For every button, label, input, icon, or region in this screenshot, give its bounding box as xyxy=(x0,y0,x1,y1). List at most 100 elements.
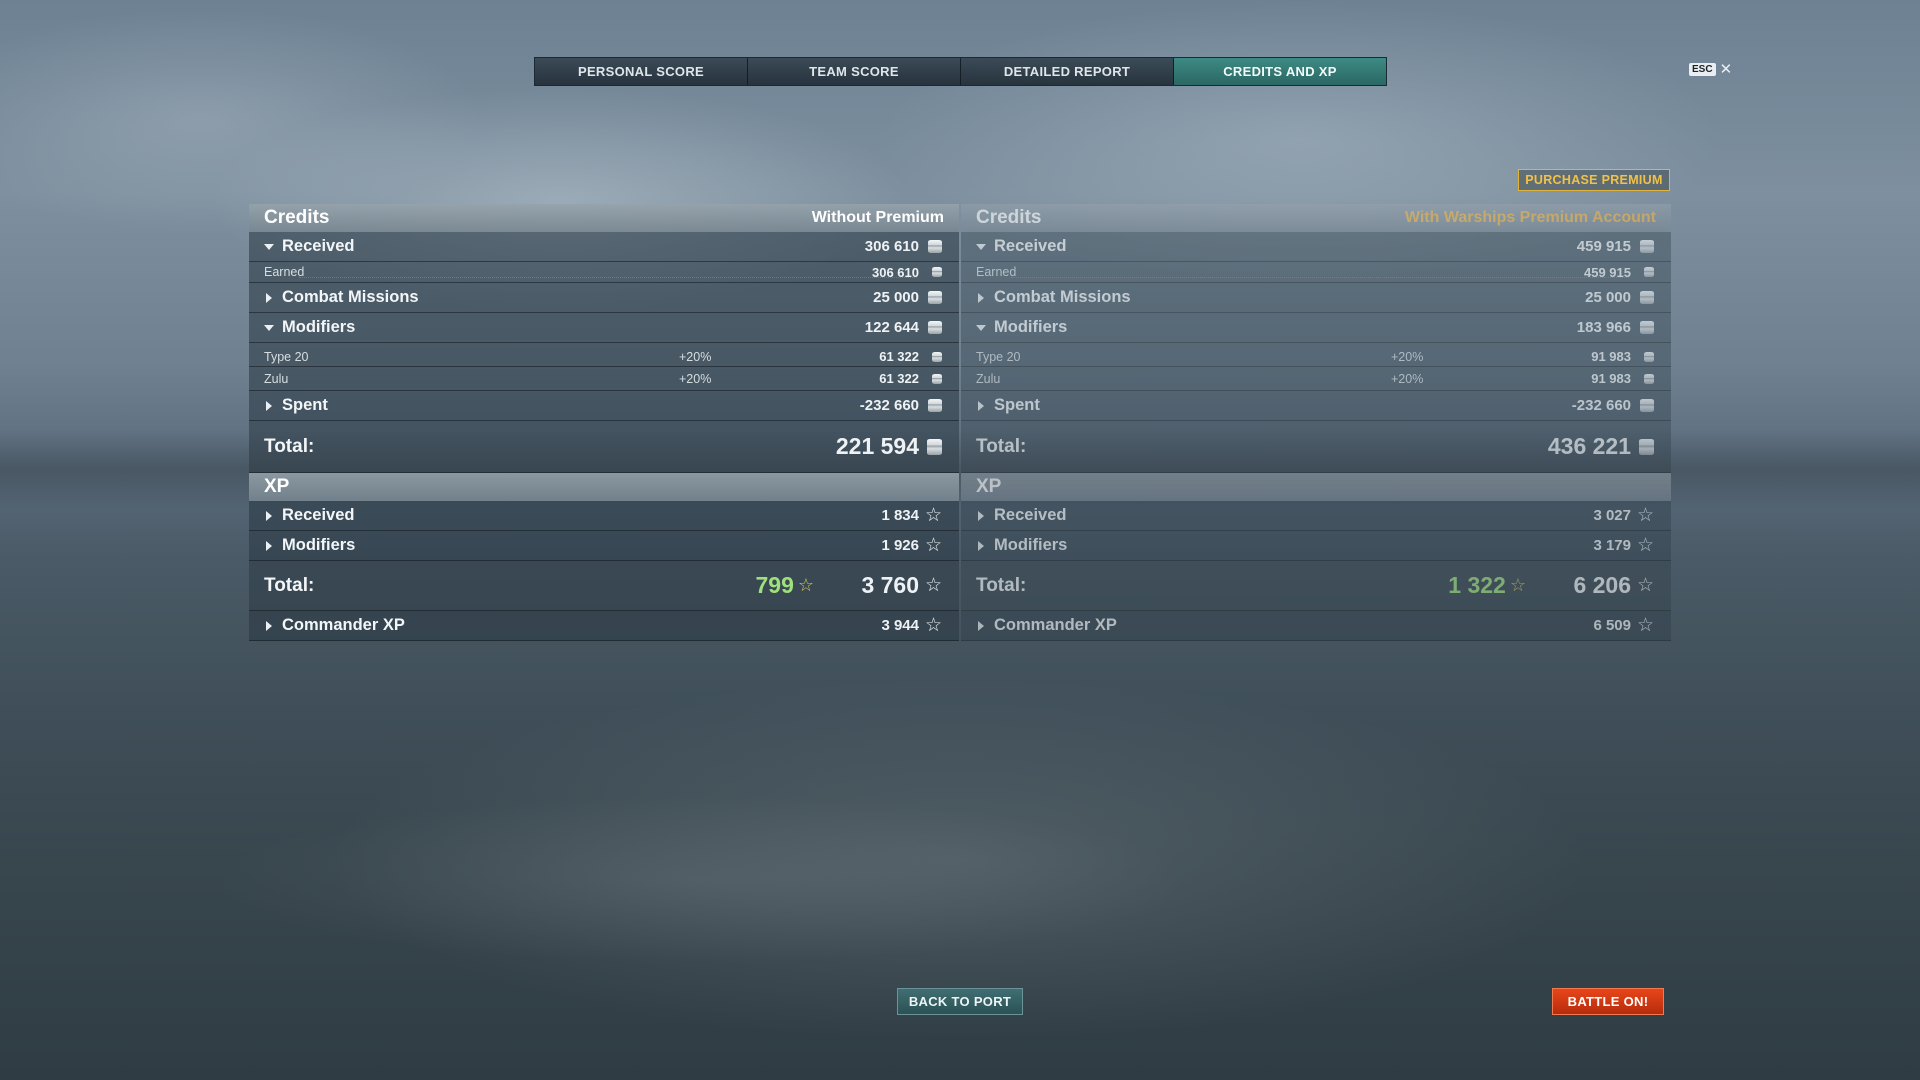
spent-label: Spent xyxy=(282,396,328,414)
combat-missions-row[interactable]: Combat Missions 25 000 xyxy=(961,283,1671,313)
credits-title: Credits xyxy=(976,207,1042,228)
received-row[interactable]: Received 459 915 xyxy=(961,232,1671,262)
credits-total-label: Total: xyxy=(976,435,1027,457)
xp-total-label: Total: xyxy=(976,574,1027,596)
modifiers-row[interactable]: Modifiers 122 644 xyxy=(249,313,959,343)
panel-without-premium: Credits Without Premium Received 306 610… xyxy=(249,204,959,641)
type20-value: 91 983 xyxy=(1591,349,1631,364)
gold-star-icon: ☆ xyxy=(1509,575,1526,595)
premium-xp-value: 1 322 ☆ xyxy=(1448,572,1526,599)
credits-total-label: Total: xyxy=(264,435,315,457)
star-icon: ☆ xyxy=(1636,575,1654,596)
chevron-right-icon[interactable] xyxy=(977,402,985,410)
xp-header: XP xyxy=(249,473,959,501)
battle-on-button[interactable]: BATTLE ON! xyxy=(1552,988,1664,1015)
chevron-right-icon[interactable] xyxy=(977,542,985,550)
chevron-down-icon[interactable] xyxy=(265,243,273,251)
credits-header: Credits Without Premium xyxy=(249,204,959,232)
back-to-port-button[interactable]: BACK TO PORT xyxy=(897,988,1023,1015)
chevron-right-icon[interactable] xyxy=(977,512,985,520)
spent-row[interactable]: Spent -232 660 xyxy=(961,391,1671,421)
received-label: Received xyxy=(282,237,355,255)
chevron-right-icon[interactable] xyxy=(265,294,273,302)
combat-missions-value: 25 000 xyxy=(1585,289,1631,306)
xp-received-row[interactable]: Received 1 834 ☆ xyxy=(249,501,959,531)
received-value: 306 610 xyxy=(864,238,919,255)
commander-xp-row[interactable]: Commander XP 6 509 ☆ xyxy=(961,611,1671,641)
chevron-right-icon[interactable] xyxy=(977,294,985,302)
combat-missions-label: Combat Missions xyxy=(994,288,1131,306)
xp-modifiers-label: Modifiers xyxy=(994,536,1068,554)
star-icon: ☆ xyxy=(924,535,942,556)
type20-percent: +20% xyxy=(1391,349,1424,364)
star-icon: ☆ xyxy=(1636,535,1654,556)
credit-coin-icon xyxy=(1644,267,1654,277)
gold-star-icon: ☆ xyxy=(797,575,814,595)
credits-subtitle: With Warships Premium Account xyxy=(1404,209,1656,226)
star-icon: ☆ xyxy=(1636,505,1654,526)
chevron-right-icon[interactable] xyxy=(265,622,273,630)
chevron-right-icon[interactable] xyxy=(265,512,273,520)
received-row[interactable]: Received 306 610 xyxy=(249,232,959,262)
credit-coin-icon xyxy=(1640,240,1654,253)
star-icon: ☆ xyxy=(924,615,942,636)
xp-received-label: Received xyxy=(282,506,355,524)
xp-modifiers-row[interactable]: Modifiers 3 179 ☆ xyxy=(961,531,1671,561)
combat-missions-label: Combat Missions xyxy=(282,288,419,306)
modifier-type20-row: Type 20 +20% 61 322 xyxy=(249,343,959,367)
combat-missions-row[interactable]: Combat Missions 25 000 xyxy=(249,283,959,313)
commander-xp-row[interactable]: Commander XP 3 944 ☆ xyxy=(249,611,959,641)
xp-title: XP xyxy=(976,476,1002,497)
chevron-right-icon[interactable] xyxy=(977,622,985,630)
credit-coin-icon xyxy=(1640,291,1654,304)
star-icon: ☆ xyxy=(924,505,942,526)
spent-value: -232 660 xyxy=(859,397,919,414)
chevron-down-icon[interactable] xyxy=(977,324,985,332)
tab-team-score[interactable]: TEAM SCORE xyxy=(748,58,961,85)
chevron-right-icon[interactable] xyxy=(265,542,273,550)
spent-row[interactable]: Spent -232 660 xyxy=(249,391,959,421)
commander-xp-label: Commander XP xyxy=(994,616,1117,634)
credit-coin-icon xyxy=(1639,438,1654,455)
credit-coin-icon xyxy=(928,240,942,253)
modifiers-value: 122 644 xyxy=(864,319,919,336)
xp-modifiers-value: 3 179 xyxy=(1593,537,1631,554)
xp-modifiers-value: 1 926 xyxy=(881,537,919,554)
credit-coin-icon xyxy=(928,291,942,304)
chevron-right-icon[interactable] xyxy=(265,402,273,410)
earned-row: Earned 306 610 xyxy=(249,262,959,283)
earned-value: 306 610 xyxy=(872,264,919,280)
xp-received-value: 1 834 xyxy=(881,507,919,524)
close-button[interactable]: ESC ✕ xyxy=(1689,60,1732,78)
zulu-percent: +20% xyxy=(679,371,712,386)
credits-title: Credits xyxy=(264,207,330,228)
credits-header: Credits With Warships Premium Account xyxy=(961,204,1671,232)
spent-value: -232 660 xyxy=(1571,397,1631,414)
tab-detailed-report[interactable]: DETAILED REPORT xyxy=(961,58,1174,85)
modifiers-value: 183 966 xyxy=(1576,319,1631,336)
tab-bar: PERSONAL SCORE TEAM SCORE DETAILED REPOR… xyxy=(534,57,1387,86)
xp-received-row[interactable]: Received 3 027 ☆ xyxy=(961,501,1671,531)
chevron-down-icon[interactable] xyxy=(977,243,985,251)
chevron-down-icon[interactable] xyxy=(265,324,273,332)
premium-xp-number: 799 xyxy=(755,572,794,598)
zulu-label: Zulu xyxy=(976,371,1001,386)
dotted-leader xyxy=(1011,277,1629,278)
tab-credits-and-xp[interactable]: CREDITS AND XP xyxy=(1174,58,1386,85)
star-icon: ☆ xyxy=(924,575,942,596)
received-label: Received xyxy=(994,237,1067,255)
credit-coin-icon xyxy=(927,438,942,455)
credit-coin-icon xyxy=(928,399,942,412)
credit-coin-icon xyxy=(1644,351,1654,362)
credit-coin-icon xyxy=(928,321,942,334)
modifiers-row[interactable]: Modifiers 183 966 xyxy=(961,313,1671,343)
xp-modifiers-row[interactable]: Modifiers 1 926 ☆ xyxy=(249,531,959,561)
esc-key-badge: ESC xyxy=(1689,62,1716,76)
tab-personal-score[interactable]: PERSONAL SCORE xyxy=(535,58,748,85)
credit-coin-icon xyxy=(932,351,942,362)
purchase-premium-button[interactable]: PURCHASE PREMIUM xyxy=(1518,169,1670,191)
xp-received-value: 3 027 xyxy=(1593,507,1631,524)
close-icon[interactable]: ✕ xyxy=(1720,60,1733,78)
xp-total-row: Total: 1 322 ☆ 6 206 ☆ xyxy=(961,561,1671,611)
modifiers-label: Modifiers xyxy=(994,318,1068,336)
